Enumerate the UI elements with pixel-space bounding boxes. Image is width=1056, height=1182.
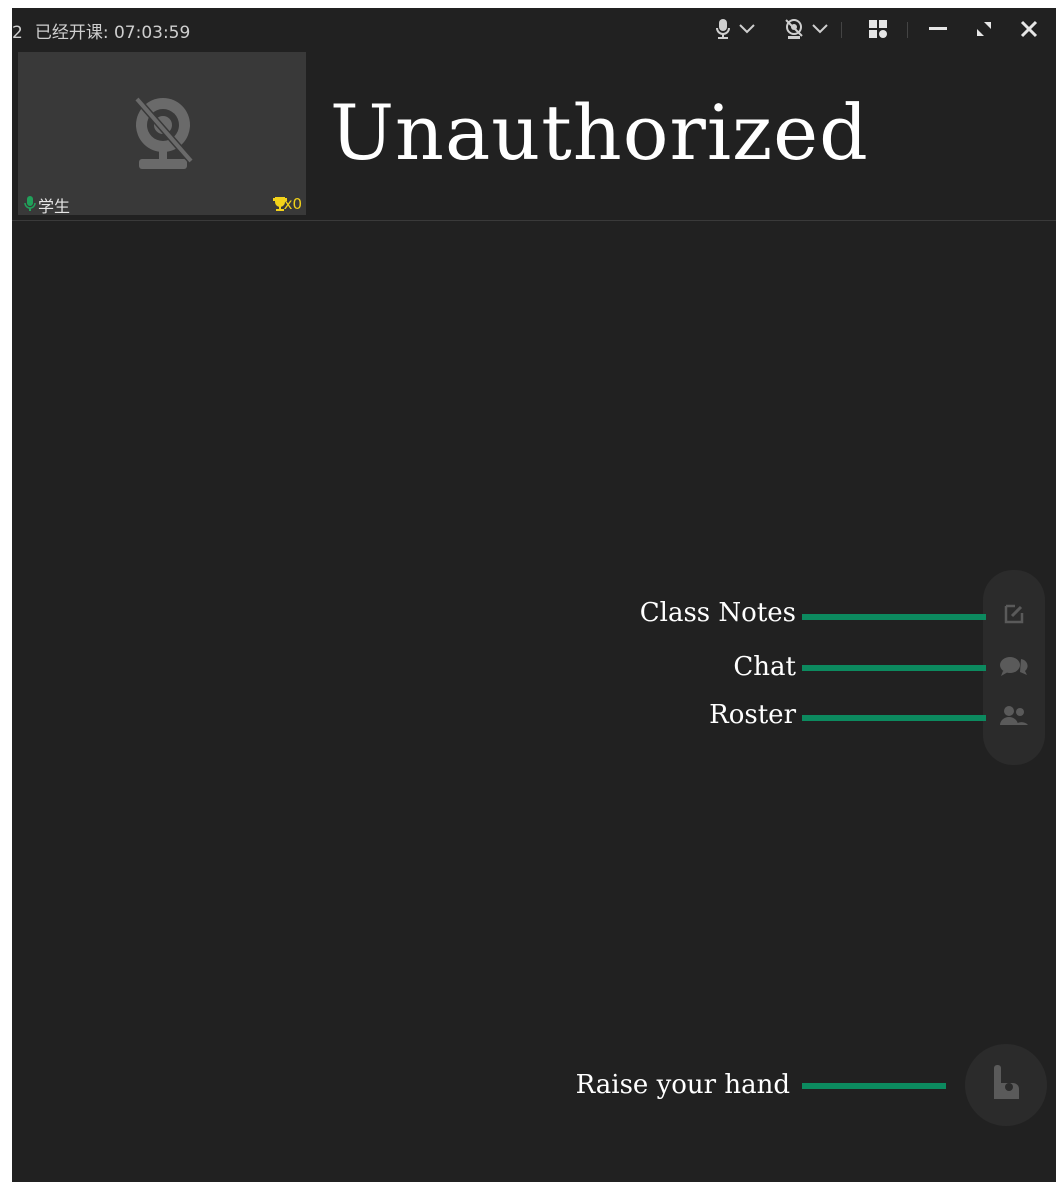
roster-button[interactable] (1000, 704, 1028, 732)
student-name: 学生 (38, 197, 71, 216)
side-tool-panel (983, 570, 1045, 765)
annotation-roster: Roster (709, 700, 796, 730)
class-notes-button[interactable] (1000, 602, 1028, 630)
annotation-line (802, 715, 986, 721)
minimize-icon[interactable] (926, 16, 950, 42)
annotation-line (802, 1083, 946, 1089)
session-status: 2 已经开课: 07:03:59 (12, 18, 190, 43)
camera-off-icon (131, 95, 195, 179)
chat-icon (999, 655, 1029, 681)
raise-hand-icon (991, 1063, 1021, 1107)
overlay-title: Unauthorized (330, 88, 869, 177)
chevron-down-icon[interactable] (737, 16, 757, 42)
restore-icon[interactable] (972, 16, 996, 42)
trophy-count: x0 (283, 195, 302, 213)
annotation-chat: Chat (733, 652, 796, 682)
header-divider (12, 220, 1056, 221)
student-video-tile[interactable]: 学生 x0 (18, 52, 306, 216)
annotation-line (802, 614, 986, 620)
mic-icon (24, 196, 36, 216)
close-icon[interactable] (1016, 16, 1042, 42)
annotation-raise-hand: Raise your hand (575, 1070, 790, 1100)
top-bar: 2 已经开课: 07:03:59 (12, 8, 1056, 50)
chevron-down-icon[interactable] (810, 16, 830, 42)
mic-icon[interactable] (712, 16, 734, 42)
class-timer-label: 已经开课: 07:03:59 (34, 23, 191, 43)
chat-button[interactable] (1000, 654, 1028, 682)
layout-icon[interactable] (866, 16, 890, 42)
users-icon (999, 705, 1029, 731)
camera-off-icon[interactable] (782, 16, 806, 42)
toolbar-separator (841, 22, 842, 38)
annotation-class-notes: Class Notes (639, 598, 796, 628)
toolbar-separator (907, 22, 908, 38)
edit-note-icon (1002, 602, 1026, 630)
app-window: 2 已经开课: 07:03:59 学生 x0 Unauthorized Clas… (12, 8, 1056, 1182)
annotation-line (802, 665, 986, 671)
video-tile-footer: 学生 x0 (18, 193, 306, 216)
session-prefix: 2 (12, 23, 23, 43)
raise-hand-button[interactable] (965, 1044, 1047, 1126)
